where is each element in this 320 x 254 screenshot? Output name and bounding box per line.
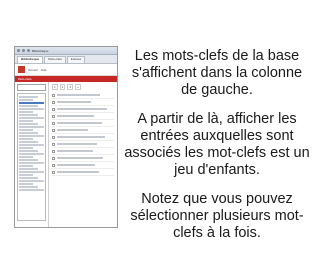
entry-text — [57, 108, 107, 110]
keyword-item[interactable] — [19, 174, 33, 176]
keyword-item[interactable] — [19, 156, 33, 158]
entry-text — [57, 143, 97, 145]
keyword-item[interactable] — [19, 96, 38, 98]
entry-checkbox[interactable] — [52, 114, 55, 118]
keyword-item[interactable] — [19, 123, 38, 125]
entry-text — [57, 129, 88, 131]
main-content: 1 2 3 » — [15, 82, 117, 227]
description-paragraph-2: A partir de là, afficher les entrées aux… — [124, 111, 310, 178]
header-link-home[interactable]: Accueil — [28, 68, 38, 72]
entry-checkbox[interactable] — [52, 142, 55, 146]
app-header: Accueil Aide — [15, 64, 117, 76]
entry-text — [57, 136, 106, 138]
entry-row[interactable] — [52, 155, 114, 162]
keyword-item[interactable] — [19, 111, 33, 113]
keyword-item[interactable] — [19, 114, 38, 116]
entry-row[interactable] — [52, 99, 114, 106]
keyword-item[interactable] — [19, 186, 38, 188]
keyword-item[interactable] — [19, 126, 44, 128]
keyword-item[interactable] — [19, 171, 44, 173]
entry-checkbox[interactable] — [52, 100, 55, 104]
entry-row[interactable] — [52, 141, 114, 148]
app-logo-icon — [18, 66, 25, 73]
entry-checkbox[interactable] — [52, 107, 55, 111]
window-titlebar: Bibliothèque — [15, 47, 117, 55]
slide-description: Les mots-clefs de la base s'affichent da… — [124, 48, 310, 254]
keyword-item[interactable] — [19, 138, 33, 140]
keyword-item[interactable] — [19, 147, 33, 149]
keyword-item[interactable] — [19, 189, 44, 191]
page-link[interactable]: 1 — [52, 84, 58, 90]
entry-text — [57, 122, 102, 124]
entry-checkbox[interactable] — [52, 128, 55, 132]
entry-row[interactable] — [52, 120, 114, 127]
entry-text — [57, 171, 100, 173]
entries-panel: 1 2 3 » — [49, 82, 117, 227]
entry-text — [57, 164, 96, 166]
entry-checkbox[interactable] — [52, 93, 55, 97]
entry-text — [57, 94, 101, 96]
entry-text — [57, 101, 92, 103]
keyword-item[interactable] — [19, 162, 44, 164]
browser-tabs: Bibliothèque Mots-clefs Entrées — [15, 55, 117, 64]
screenshot-thumbnail: Bibliothèque Bibliothèque Mots-clefs Ent… — [14, 46, 118, 228]
entry-row[interactable] — [52, 134, 114, 141]
keyword-item[interactable] — [19, 99, 33, 101]
keyword-filter-input[interactable] — [17, 84, 46, 91]
keyword-item[interactable] — [19, 177, 38, 179]
page-next-link[interactable]: » — [75, 84, 81, 90]
keyword-item[interactable] — [19, 144, 44, 146]
tab-entries[interactable]: Entrées — [66, 56, 86, 63]
entry-row[interactable] — [52, 92, 114, 99]
window-maximize-icon[interactable] — [27, 49, 30, 52]
keyword-item[interactable] — [19, 117, 44, 119]
keyword-item-selected[interactable] — [19, 102, 44, 104]
entry-checkbox[interactable] — [52, 135, 55, 139]
entry-checkbox[interactable] — [52, 121, 55, 125]
keyword-item[interactable] — [19, 105, 38, 107]
page-link[interactable]: 2 — [59, 84, 66, 90]
entry-row[interactable] — [52, 169, 114, 176]
entry-row[interactable] — [52, 148, 114, 155]
entry-row[interactable] — [52, 113, 114, 120]
window-close-icon[interactable] — [17, 49, 20, 52]
tab-library[interactable]: Bibliothèque — [17, 56, 44, 63]
keyword-list[interactable] — [17, 93, 46, 221]
keyword-item[interactable] — [19, 120, 33, 122]
entry-row[interactable] — [52, 127, 114, 134]
entry-text — [57, 157, 103, 159]
keyword-item[interactable] — [19, 108, 44, 110]
pagination: 1 2 3 » — [52, 84, 114, 90]
window-title: Bibliothèque — [32, 48, 49, 53]
entry-checkbox[interactable] — [52, 170, 55, 174]
keyword-item[interactable] — [19, 180, 44, 182]
keyword-item[interactable] — [19, 159, 38, 161]
keyword-item[interactable] — [19, 153, 44, 155]
keyword-column — [15, 82, 49, 227]
tab-keywords[interactable]: Mots-clefs — [44, 56, 66, 63]
keyword-item[interactable] — [19, 141, 38, 143]
entry-checkbox[interactable] — [52, 156, 55, 160]
entry-checkbox[interactable] — [52, 163, 55, 167]
section-bar-label: Mots-clefs — [18, 77, 32, 81]
description-paragraph-1: Les mots-clefs de la base s'affichent da… — [131, 48, 303, 98]
keyword-item[interactable] — [19, 129, 33, 131]
description-paragraph-3: Notez que vous pouvez sélectionner plusi… — [130, 191, 304, 241]
entry-text — [57, 150, 93, 152]
entry-checkbox[interactable] — [52, 149, 55, 153]
keyword-item[interactable] — [19, 135, 44, 137]
keyword-item[interactable] — [19, 165, 33, 167]
keyword-item[interactable] — [19, 183, 33, 185]
keyword-item[interactable] — [19, 132, 38, 134]
header-link-help[interactable]: Aide — [41, 68, 47, 72]
entry-text — [57, 115, 95, 117]
keyword-item[interactable] — [19, 150, 38, 152]
keyword-item[interactable] — [19, 168, 38, 170]
window-minimize-icon[interactable] — [22, 49, 25, 52]
entry-row[interactable] — [52, 162, 114, 169]
entry-row[interactable] — [52, 106, 114, 113]
page-link[interactable]: 3 — [67, 84, 74, 90]
